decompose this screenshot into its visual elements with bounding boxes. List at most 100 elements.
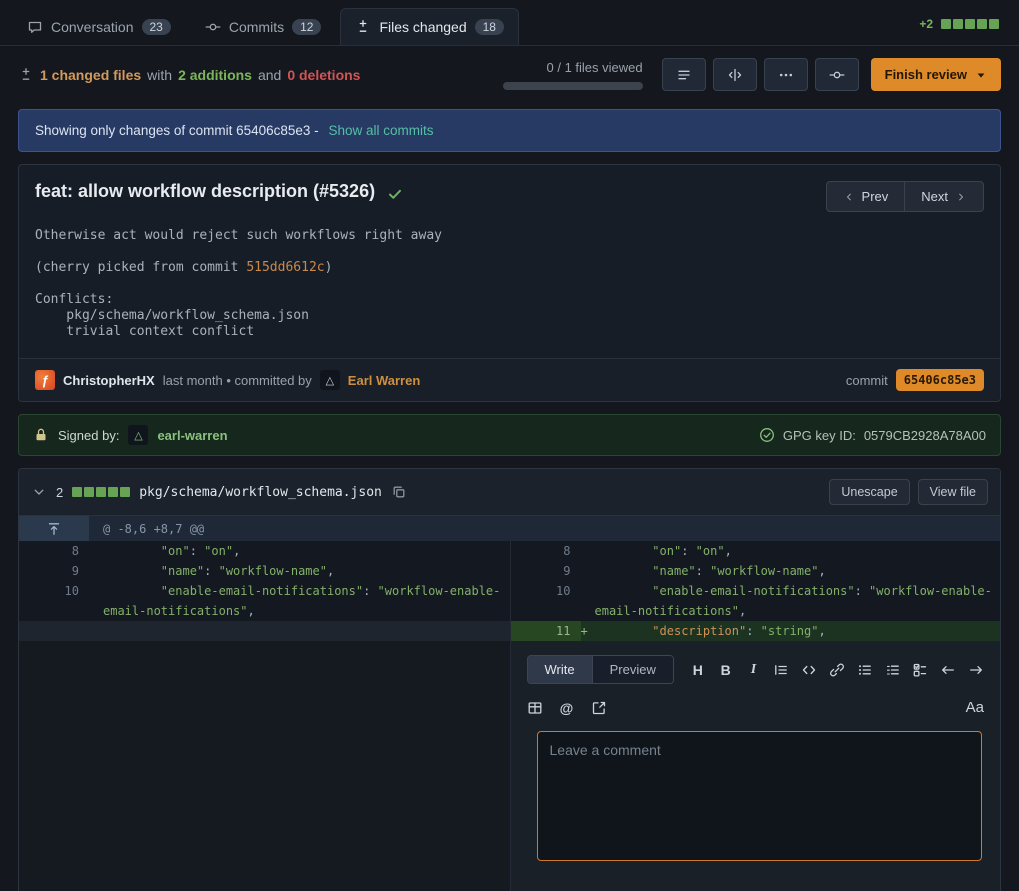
quote-icon[interactable] [773,662,789,678]
commit-message-line: Otherwise act would reject such workflow… [35,228,984,244]
more-options-button[interactable] [764,58,808,91]
author-name[interactable]: ChristopherHX [63,373,155,388]
tab-count-badge: 23 [142,19,171,35]
committer-name[interactable]: Earl Warren [348,373,421,388]
diff-row: 11+ "description": "string", [19,621,1000,641]
gpg-info: GPG key ID: 0579CB2928A78A00 [759,427,986,443]
commit-message-line: Conflicts: [35,292,984,308]
commit-label: commit [846,373,888,388]
signer-avatar[interactable]: △ [128,425,148,445]
editor-tab-preview[interactable]: Preview [592,656,673,683]
tab-conversation[interactable]: Conversation 23 [12,8,186,45]
gpg-key-id: 0579CB2928A78A00 [864,428,986,443]
file-header-buttons: Unescape View file [829,479,988,505]
editor-format-icons: HBI [690,662,984,678]
comment-editor: WritePreview HBI @ Aa [511,641,1001,891]
code-line: "name": "workflow-name", [103,561,503,581]
font-size-toggle[interactable]: Aa [966,699,984,716]
deletions-count: 0 deletions [287,67,360,83]
line-number[interactable]: 8 [19,541,89,561]
code-icon[interactable] [801,662,817,678]
split-view-toggle-button[interactable] [713,58,757,91]
unescape-button[interactable]: Unescape [829,479,909,505]
editor-tab-write[interactable]: Write [528,656,592,683]
diff-icon [18,67,34,83]
chevron-left-icon [843,191,855,203]
commit-title-wrap: feat: allow workflow description (#5326) [35,181,403,202]
signer-name[interactable]: earl-warren [157,428,227,443]
file-tree-toggle-button[interactable] [662,58,706,91]
italic-icon[interactable]: I [745,662,761,678]
commit-message: Otherwise act would reject such workflow… [19,222,1000,358]
next-label: Next [921,189,948,204]
review-tools-button[interactable] [815,58,859,91]
file-diff-count: 2 [56,485,63,500]
commit-link[interactable]: 515dd6612c [246,260,324,275]
prev-commit-button[interactable]: Prev [826,181,905,212]
bold-icon[interactable]: B [718,662,734,678]
commit-icon [205,19,221,35]
tab-label: Conversation [51,19,134,35]
tab-label: Files changed [379,19,466,35]
diff-sign [89,561,103,581]
gpg-key-label: GPG key ID: [783,428,856,443]
files-viewed: 0 / 1 files viewed [503,60,643,90]
diff-left-empty-area [19,641,510,891]
diff-table: 8 "on": "on",8 "on": "on",9 "name": "wor… [19,541,1000,641]
comment-textarea[interactable] [537,731,983,861]
committer-avatar[interactable]: △ [320,370,340,390]
with-text: with [147,67,172,83]
list-unordered-icon[interactable] [857,662,873,678]
next-commit-button[interactable]: Next [904,181,984,212]
line-number[interactable]: 10 [19,581,89,621]
diff-file-box: 2 pkg/schema/workflow_schema.json Unesca… [18,468,1001,891]
copy-file-name-icon[interactable] [391,484,407,500]
finish-review-button[interactable]: Finish review [871,58,1001,91]
commit-sha-badge[interactable]: 65406c85e3 [896,369,984,391]
table-icon[interactable] [527,700,543,716]
mention-icon[interactable]: @ [559,700,575,716]
editor-toolbar-row2: @ Aa [527,699,985,716]
comment-icon [27,19,43,35]
code-line: "name": "workflow-name", [595,561,995,581]
link-icon[interactable] [829,662,845,678]
changed-files-link[interactable]: 1 changed files [40,67,141,83]
expand-hunk-button[interactable] [19,516,89,541]
code-line: "enable-email-notifications": "workflow-… [103,581,503,621]
split-icon [727,67,743,83]
diff-sign [581,561,595,581]
show-all-commits-link[interactable]: Show all commits [328,123,433,138]
tab-commits[interactable]: Commits 12 [190,8,337,45]
commit-message-line: trivial context conflict [35,324,984,340]
task-list-icon[interactable] [912,662,928,678]
list-ordered-icon[interactable] [885,662,901,678]
line-number[interactable]: 8 [511,541,581,561]
file-name[interactable]: pkg/schema/workflow_schema.json [139,485,382,500]
tab-files-changed[interactable]: Files changed 18 [340,8,519,45]
code-line: "enable-email-notifications": "workflow-… [595,581,995,621]
diff-file-header: 2 pkg/schema/workflow_schema.json Unesca… [19,469,1000,516]
tab-count-badge: 12 [292,19,321,35]
author-avatar[interactable]: ƒ [35,370,55,390]
overall-diff-stat: +2 [919,17,1007,45]
commit-status-check-icon[interactable] [387,186,403,202]
commit-message-line: pkg/schema/workflow_schema.json [35,308,984,324]
chevron-right-icon [955,191,967,203]
reference-icon[interactable] [591,700,607,716]
arrow-left-icon[interactable] [940,662,956,678]
commit-panel-header: feat: allow workflow description (#5326)… [19,165,1000,222]
comment-editor-cell: WritePreview HBI @ Aa [510,641,1001,891]
line-number[interactable]: 9 [19,561,89,581]
files-viewed-progress [503,82,643,90]
collapse-file-chevron-icon[interactable] [31,484,47,500]
code-line: "description": "string", [595,621,995,641]
tab-count-badge: 18 [475,19,504,35]
line-number[interactable]: 11 [511,621,581,641]
arrow-right-icon[interactable] [968,662,984,678]
line-number[interactable]: 10 [511,581,581,621]
commit-message-line [35,276,984,292]
heading-icon[interactable]: H [690,662,706,678]
line-number[interactable]: 9 [511,561,581,581]
tab-label: Commits [229,19,284,35]
view-file-button[interactable]: View file [918,479,988,505]
